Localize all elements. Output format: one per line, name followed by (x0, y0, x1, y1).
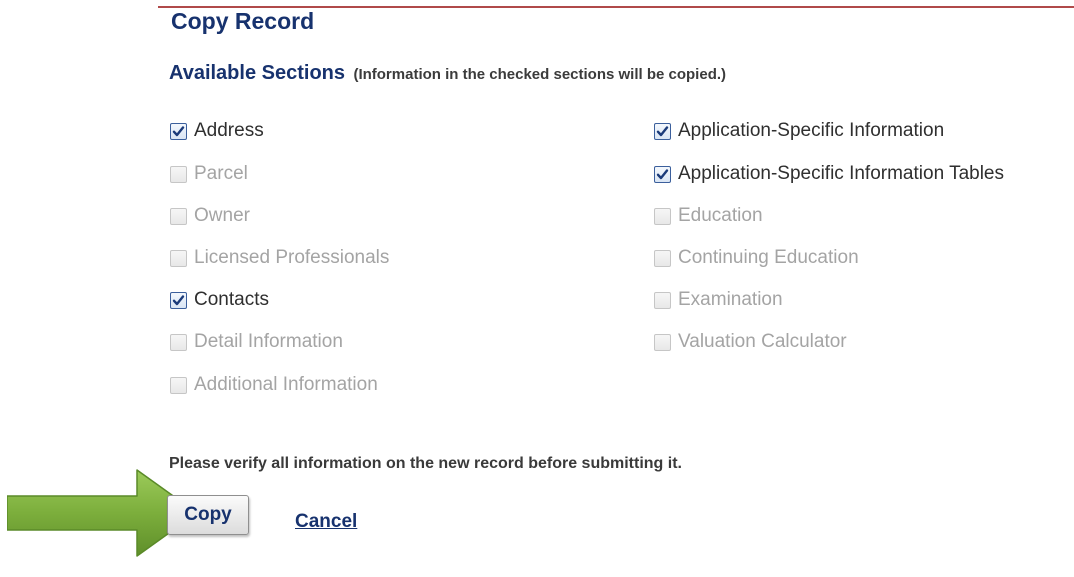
sections-note: (Information in the checked sections wil… (353, 66, 727, 83)
option-examination[interactable]: Examination (654, 288, 783, 312)
copy-button[interactable]: Copy (167, 495, 249, 535)
checkbox[interactable] (170, 333, 187, 351)
checkbox-checked[interactable] (654, 122, 671, 140)
option-address[interactable]: Address (170, 119, 264, 143)
verify-notice: Please verify all information on the new… (169, 455, 682, 472)
checkmark-icon (172, 294, 185, 305)
checkmark-icon (172, 125, 185, 136)
checkbox[interactable] (654, 249, 671, 267)
option-label: Additional Information (194, 374, 378, 395)
sections-title: Available Sections (169, 62, 345, 84)
option-parcel[interactable]: Parcel (170, 162, 248, 186)
page-title: Copy Record (171, 8, 315, 34)
option-label: Detail Information (194, 331, 343, 352)
option-label: Contacts (194, 289, 269, 310)
option-additional-information[interactable]: Additional Information (170, 373, 378, 397)
option-label: Parcel (194, 163, 248, 184)
option-label: Continuing Education (678, 247, 859, 268)
option-application-specific-information[interactable]: Application-Specific Information (654, 119, 944, 143)
option-label: Valuation Calculator (678, 331, 847, 352)
option-application-specific-information-tables[interactable]: Application-Specific Information Tables (654, 162, 1004, 186)
option-detail-information[interactable]: Detail Information (170, 330, 343, 354)
option-valuation-calculator[interactable]: Valuation Calculator (654, 330, 847, 354)
option-licensed-professionals[interactable]: Licensed Professionals (170, 246, 389, 270)
option-education[interactable]: Education (654, 204, 763, 228)
option-label: Examination (678, 289, 783, 310)
option-label: Address (194, 120, 264, 141)
checkbox-checked[interactable] (654, 165, 671, 183)
copy-record-page: Copy Record Available Sections (Informat… (0, 0, 1074, 577)
checkbox[interactable] (170, 165, 187, 183)
checkbox-checked[interactable] (170, 122, 187, 140)
cancel-link[interactable]: Cancel (295, 511, 357, 533)
option-label: Licensed Professionals (194, 247, 390, 268)
checkbox[interactable] (170, 249, 187, 267)
checkbox[interactable] (654, 291, 671, 309)
option-label: Education (678, 205, 763, 226)
option-owner[interactable]: Owner (170, 204, 250, 228)
checkmark-icon (656, 168, 669, 179)
checkbox[interactable] (170, 376, 187, 394)
option-contacts[interactable]: Contacts (170, 288, 269, 312)
checkmark-icon (656, 125, 669, 136)
option-label: Application-Specific Information (678, 120, 945, 141)
option-continuing-education[interactable]: Continuing Education (654, 246, 859, 270)
checkbox[interactable] (654, 333, 671, 351)
option-label: Application-Specific Information Tables (678, 163, 1004, 184)
checkbox[interactable] (170, 207, 187, 225)
available-sections-header: Available Sections (Information in the c… (169, 62, 726, 85)
option-label: Owner (194, 205, 250, 226)
checkbox[interactable] (654, 207, 671, 225)
checkbox-checked[interactable] (170, 291, 187, 309)
